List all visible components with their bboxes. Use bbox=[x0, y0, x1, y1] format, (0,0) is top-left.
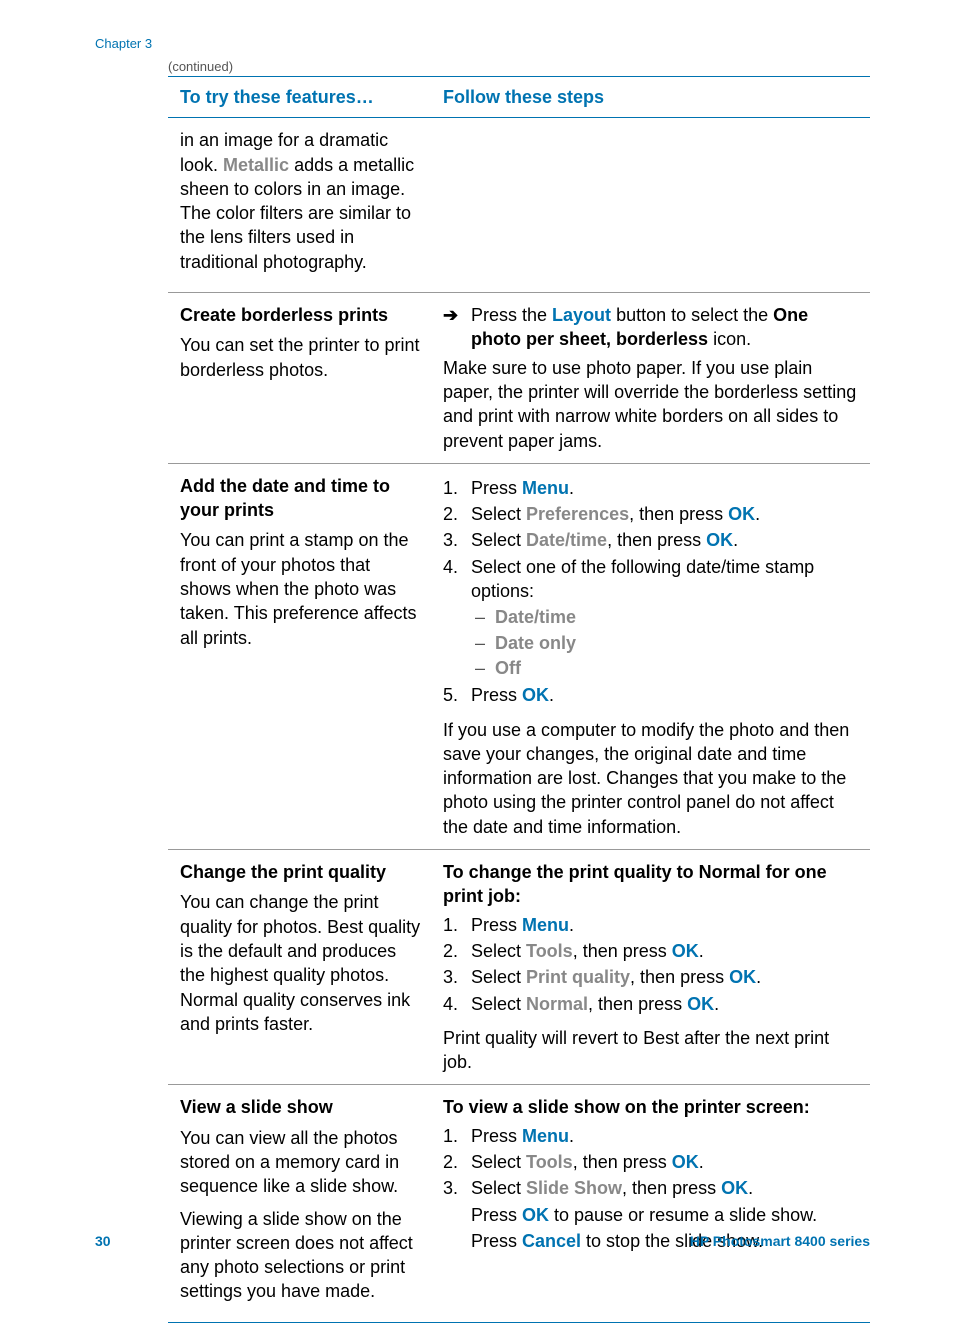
feature-cell: View a slide show You can view all the p… bbox=[168, 1085, 433, 1321]
feature-desc: You can print a stamp on the front of yo… bbox=[180, 528, 421, 649]
steps-cell: 1.Press Menu. 2.Select Preferences, then… bbox=[433, 464, 870, 849]
step-text: Select Slide Show, then press OK. bbox=[471, 1176, 860, 1200]
chapter-label: Chapter 3 bbox=[95, 35, 152, 53]
table-row: Change the print quality You can change … bbox=[168, 850, 870, 1085]
feature-cell: Add the date and time to your prints You… bbox=[168, 464, 433, 849]
note-para: If you use a computer to modify the phot… bbox=[443, 718, 860, 839]
feature-title: Change the print quality bbox=[180, 860, 421, 884]
table-header-row: To try these features… Follow these step… bbox=[168, 77, 870, 118]
step-text: Select Tools, then press OK. bbox=[471, 939, 860, 963]
steps-cell bbox=[433, 118, 870, 292]
step-text: Press Menu. bbox=[471, 476, 860, 500]
feature-cell: Change the print quality You can change … bbox=[168, 850, 433, 1084]
feature-title: View a slide show bbox=[180, 1095, 421, 1119]
feature-desc: You can set the printer to print borderl… bbox=[180, 333, 421, 382]
sub-option: Off bbox=[495, 656, 860, 680]
arrow-text: Press the Layout button to select the On… bbox=[471, 303, 860, 352]
table-row: Create borderless prints You can set the… bbox=[168, 293, 870, 464]
continued-label: (continued) bbox=[168, 58, 233, 76]
sub-option: Date only bbox=[495, 631, 860, 655]
step-text: Press OK to pause or resume a slide show… bbox=[471, 1203, 860, 1227]
feature-cell: Create borderless prints You can set the… bbox=[168, 293, 433, 463]
step-text: Select Print quality, then press OK. bbox=[471, 965, 860, 989]
note-para: Print quality will revert to Best after … bbox=[443, 1026, 860, 1075]
steps-title: To view a slide show on the printer scre… bbox=[443, 1095, 860, 1119]
steps-list: 1.Press Menu. 2.Select Tools, then press… bbox=[443, 913, 860, 1016]
product-name: HP Photosmart 8400 series bbox=[690, 1232, 870, 1251]
feature-cell: in an image for a dramatic look. Metalli… bbox=[168, 118, 433, 292]
note-para: Make sure to use photo paper. If you use… bbox=[443, 356, 860, 453]
steps-cell: To view a slide show on the printer scre… bbox=[433, 1085, 870, 1321]
sub-options: –Date/time –Date only –Off bbox=[471, 605, 860, 680]
sub-option: Date/time bbox=[495, 605, 860, 629]
feature-desc: Viewing a slide show on the printer scre… bbox=[180, 1207, 421, 1304]
header-right: Follow these steps bbox=[433, 77, 870, 117]
step-text: Select one of the following date/time st… bbox=[471, 555, 860, 681]
arrow-step: ➔ Press the Layout button to select the … bbox=[443, 303, 860, 352]
table-row: Add the date and time to your prints You… bbox=[168, 464, 870, 850]
page-footer: 30 HP Photosmart 8400 series bbox=[95, 1232, 870, 1251]
feature-title: Add the date and time to your prints bbox=[180, 474, 421, 523]
table-row: in an image for a dramatic look. Metalli… bbox=[168, 118, 870, 293]
header-left: To try these features… bbox=[168, 77, 433, 117]
step-text: Select Tools, then press OK. bbox=[471, 1150, 860, 1174]
step-text: Select Date/time, then press OK. bbox=[471, 528, 860, 552]
features-table: To try these features… Follow these step… bbox=[168, 76, 870, 1323]
step-text: Press Menu. bbox=[471, 913, 860, 937]
step-text: Press Menu. bbox=[471, 1124, 860, 1148]
feature-desc: You can view all the photos stored on a … bbox=[180, 1126, 421, 1199]
step-text: Select Normal, then press OK. bbox=[471, 992, 860, 1016]
steps-list: 1.Press Menu. 2.Select Preferences, then… bbox=[443, 476, 860, 708]
steps-cell: To change the print quality to Normal fo… bbox=[433, 850, 870, 1084]
step-text: Select Preferences, then press OK. bbox=[471, 502, 860, 526]
feature-desc: You can change the print quality for pho… bbox=[180, 890, 421, 1036]
steps-cell: ➔ Press the Layout button to select the … bbox=[433, 293, 870, 463]
table-row: View a slide show You can view all the p… bbox=[168, 1085, 870, 1321]
page-number: 30 bbox=[95, 1232, 111, 1251]
step-text: Press OK. bbox=[471, 683, 860, 707]
arrow-icon: ➔ bbox=[443, 303, 471, 352]
steps-title: To change the print quality to Normal fo… bbox=[443, 860, 860, 909]
feature-title: Create borderless prints bbox=[180, 303, 421, 327]
feature-desc: in an image for a dramatic look. Metalli… bbox=[180, 128, 421, 274]
